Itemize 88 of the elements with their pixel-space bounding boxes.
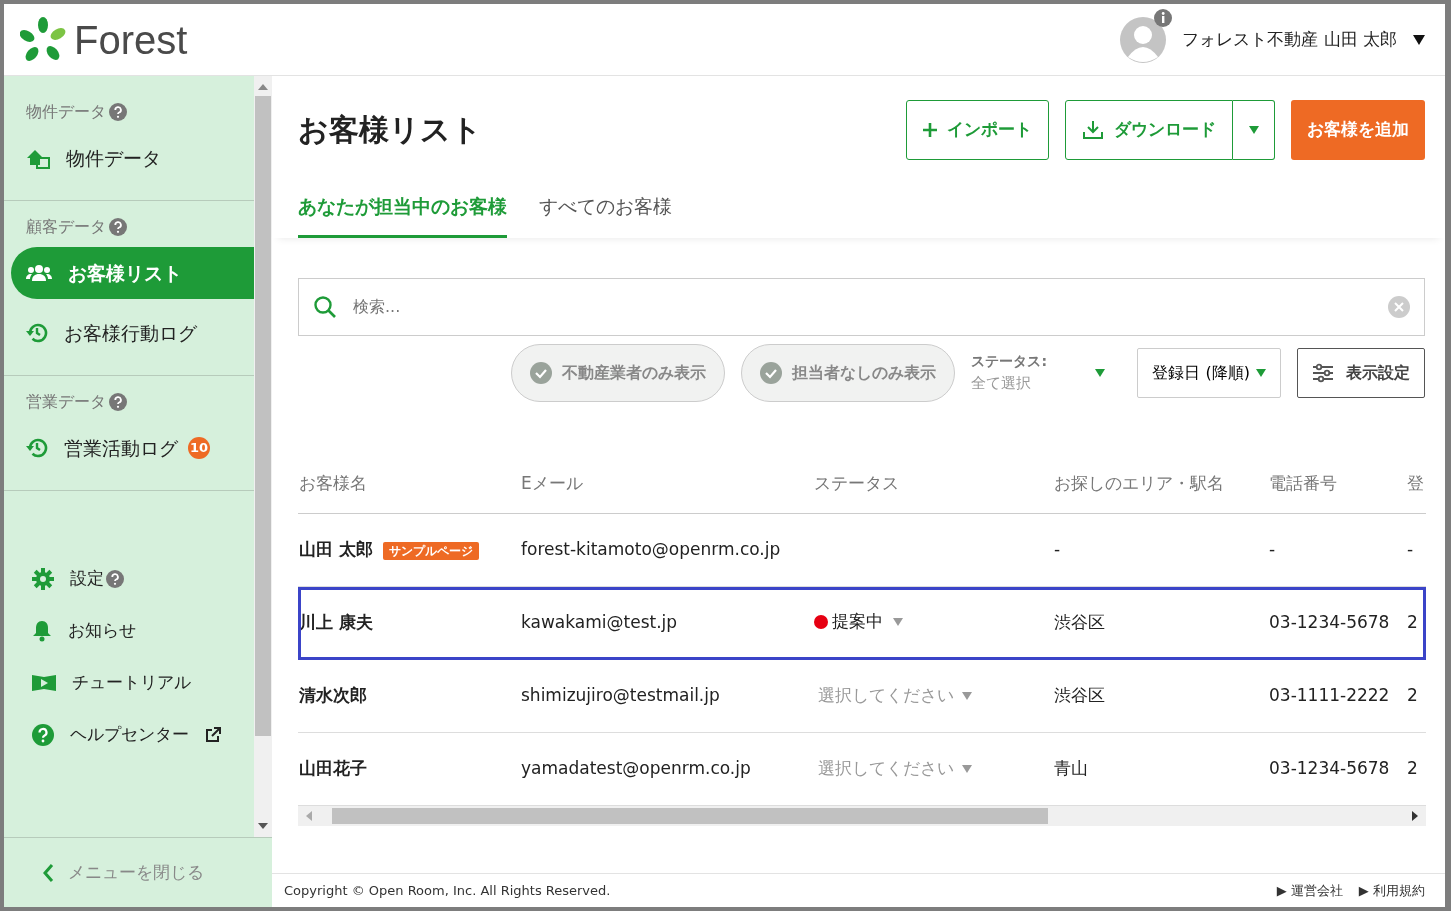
table-cell-text: 03-1111-2222: [1269, 685, 1390, 706]
help-icon: [32, 724, 54, 746]
plus-icon: [923, 123, 937, 137]
section-heading: 物件データ: [26, 101, 106, 123]
scroll-right-icon[interactable]: [1412, 811, 1418, 821]
scrollbar[interactable]: [298, 806, 1426, 826]
caret-icon: [1256, 368, 1266, 377]
table-cell-text: 03-1234-5678: [1269, 758, 1390, 779]
tab[interactable]: あなたが担当中のお客様: [298, 184, 507, 238]
column-header: ステータス: [813, 453, 1053, 514]
sidebar-item[interactable]: お客様リスト: [11, 247, 254, 299]
email-text: shimizujiro@testmail.jp: [521, 685, 720, 706]
table-row[interactable]: 川上 康夫 kawakami@test.jp 提案中 渋谷区 03-1234-5678 2: [298, 586, 1426, 660]
display-settings-button[interactable]: 表示設定: [1297, 347, 1425, 398]
customer-name[interactable]: 川上 康夫: [299, 612, 373, 633]
sidebar-item[interactable]: お知らせ: [68, 618, 136, 644]
copyright-text: Copyright © Open Room, Inc. All Rights Reserved.: [284, 881, 611, 900]
house-icon: [26, 147, 50, 169]
table-row[interactable]: 山田 太郎 サンプルページ forest-kitamoto@openrm.co.jp - - -: [298, 513, 1426, 587]
table-cell-text: -: [1269, 539, 1276, 560]
column-header: Eメール: [520, 453, 813, 514]
footer-link[interactable]: ▶ 運営会社: [1276, 880, 1343, 901]
sidebar-item[interactable]: 設定: [70, 566, 104, 592]
caret-icon[interactable]: [1413, 34, 1425, 45]
download-icon: [1082, 120, 1104, 140]
email-text: yamadatest@openrm.co.jp: [521, 758, 751, 779]
check-circle-icon: [760, 361, 783, 384]
column-header: 登: [1406, 453, 1426, 514]
search-box[interactable]: 検索...: [298, 277, 1425, 336]
video-icon: [32, 673, 56, 693]
table-row[interactable]: 山田花子 yamadatest@openrm.co.jp 選択してください 青山 03-1234-5678 2: [298, 732, 1426, 806]
history-icon: [26, 437, 48, 459]
table-cell-text: 2: [1407, 758, 1418, 779]
table-cell-text: -: [1407, 539, 1414, 560]
email-text: forest-kitamoto@openrm.co.jp: [521, 539, 781, 560]
table-cell-text: 2: [1407, 685, 1418, 706]
sidebar-item[interactable]: ヘルプセンター: [70, 722, 189, 748]
sidebar-item[interactable]: チュートリアル: [72, 670, 191, 696]
tab[interactable]: すべてのお客様: [539, 184, 672, 238]
section-heading: 営業データ: [26, 391, 106, 413]
scroll-down-icon[interactable]: [258, 823, 268, 829]
search-icon: [313, 294, 337, 319]
info-icon: [1154, 8, 1173, 27]
import-button[interactable]: インポート: [906, 100, 1049, 160]
table-cell-text: -: [1054, 539, 1061, 560]
gear-icon: [32, 568, 54, 590]
column-header: お客様名: [298, 453, 520, 514]
sidebar-item[interactable]: お客様行動ログ: [4, 307, 254, 359]
email-text: kawakami@test.jp: [521, 612, 678, 633]
column-header: 電話番号: [1268, 453, 1406, 514]
customer-name[interactable]: 清水次郎: [299, 685, 367, 706]
status-filter-label: ステータス:: [971, 351, 1048, 371]
sliders-icon: [1312, 362, 1334, 383]
count-badge: 10: [188, 437, 210, 459]
logo-text: Forest: [74, 16, 188, 64]
scroll-left-icon[interactable]: [306, 811, 312, 821]
column-header: お探しのエリア・駅名: [1053, 453, 1268, 514]
table-cell-text: 2: [1407, 612, 1418, 633]
chevron-left-icon[interactable]: [42, 862, 54, 883]
footer-link[interactable]: ▶ 利用規約: [1358, 880, 1425, 901]
logo-icon: [20, 16, 66, 63]
table-cell-text: 渋谷区: [1054, 612, 1105, 633]
table-row[interactable]: 清水次郎 shimizujiro@testmail.jp 選択してください 渋谷区 03-1111-2222 2: [298, 659, 1426, 733]
sidebar-item[interactable]: 営業活動ログ 10: [4, 422, 254, 474]
caret-icon: [962, 765, 972, 773]
people-icon: [26, 263, 52, 283]
dropdown-button[interactable]: [1233, 100, 1275, 160]
section-heading: 顧客データ: [26, 216, 106, 238]
caret-icon: [893, 618, 903, 627]
check-circle-icon: [530, 361, 553, 384]
scrollbar[interactable]: [254, 76, 272, 837]
customer-name[interactable]: 山田花子: [299, 758, 367, 779]
table-cell-text: 03-1234-5678: [1269, 612, 1390, 633]
sample-tag: サンプルページ: [382, 542, 479, 561]
history-icon: [26, 322, 48, 344]
caret-icon: [962, 692, 972, 700]
table-cell-text: 青山: [1054, 758, 1088, 779]
scroll-up-icon[interactable]: [258, 84, 268, 90]
download-button[interactable]: ダウンロード: [1065, 100, 1233, 160]
user-name[interactable]: フォレスト不動産 山田 太郎: [1182, 26, 1397, 53]
table-cell-text: 渋谷区: [1054, 685, 1105, 706]
page-title: お客様リスト: [298, 112, 482, 148]
bell-icon: [32, 620, 52, 642]
customer-name[interactable]: 山田 太郎: [299, 539, 373, 560]
sidebar-item[interactable]: 物件データ: [4, 132, 254, 184]
sort-select[interactable]: 登録日 (降順): [1137, 347, 1281, 398]
status-select[interactable]: 提案中: [814, 609, 903, 635]
avatar-icon: [1120, 16, 1167, 63]
